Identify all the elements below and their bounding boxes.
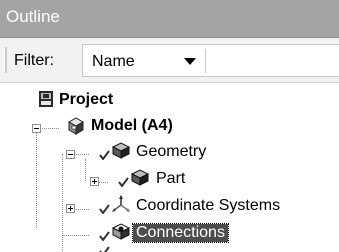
tree-item-connections[interactable]: Connections	[0, 221, 339, 245]
connections-icon	[112, 223, 130, 240]
model-icon	[67, 117, 85, 135]
filter-select[interactable]: Name	[82, 44, 339, 77]
select-divider	[205, 49, 206, 73]
collapse-toggle[interactable]	[32, 124, 41, 133]
green-check-icon	[118, 177, 129, 187]
chevron-down-icon[interactable]	[184, 58, 196, 65]
tree-label-coordinate-systems: Coordinate Systems	[136, 197, 281, 214]
expand-toggle[interactable]	[90, 177, 99, 186]
tree-label-connections: Connections	[132, 223, 229, 243]
green-check-icon	[99, 231, 110, 241]
panel-title: Outline	[6, 7, 60, 26]
geometry-icon	[112, 142, 130, 159]
outline-titlebar: Outline	[0, 0, 339, 38]
filter-toolbar: Filter: Name	[0, 38, 339, 83]
tree-label-model: Model (A4)	[91, 117, 173, 134]
tree-item-model[interactable]: Model (A4)	[0, 114, 339, 138]
collapse-toggle[interactable]	[66, 150, 75, 159]
tree-label-part: Part	[156, 170, 186, 187]
outline-tree: Project Model (A4) Geometry Part Coordin…	[0, 83, 339, 252]
filter-select-value: Name	[92, 53, 135, 70]
tree-item-geometry[interactable]: Geometry	[0, 140, 339, 164]
green-check-icon	[99, 246, 110, 252]
tree-label-project: Project	[59, 91, 114, 108]
tree-item-coordinate-systems[interactable]: Coordinate Systems	[0, 194, 339, 218]
expand-toggle[interactable]	[66, 204, 75, 213]
coordinate-systems-icon	[112, 195, 130, 212]
filter-label: Filter:	[14, 52, 54, 69]
tree-item-part[interactable]: Part	[0, 167, 339, 191]
project-icon	[39, 91, 53, 107]
green-check-icon	[99, 150, 110, 160]
part-icon	[131, 169, 149, 186]
tree-label-geometry: Geometry	[136, 143, 207, 160]
green-check-icon	[99, 204, 110, 214]
tree-item-project[interactable]: Project	[0, 88, 339, 112]
toolbar-grip[interactable]	[4, 47, 7, 73]
